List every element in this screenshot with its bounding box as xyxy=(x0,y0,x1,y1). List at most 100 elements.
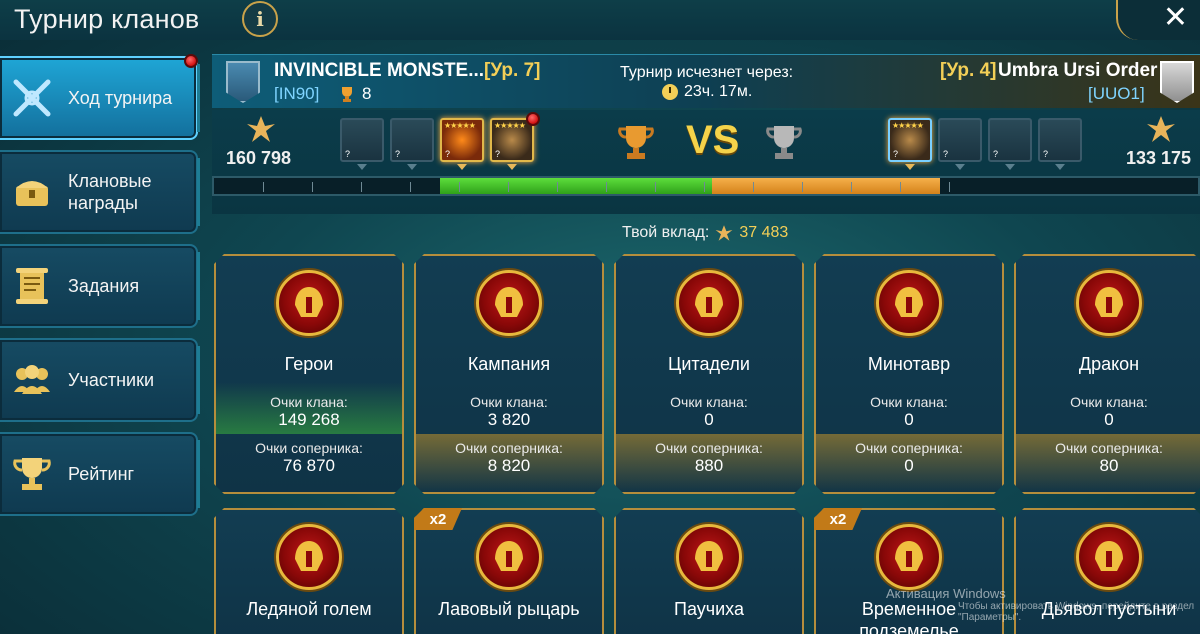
opponent-reward-chest[interactable]: ★★★★★? xyxy=(888,118,932,162)
crown-icon xyxy=(476,270,542,336)
reward-chest[interactable]: ? xyxy=(390,118,434,162)
opponent-points: Очки соперника: 880 xyxy=(616,434,802,494)
opponent-points-label: Очки соперника: xyxy=(655,440,763,456)
opponent-points: Очки соперника: 0 xyxy=(816,434,1002,494)
card-title: Ледяной голем xyxy=(246,599,372,619)
crossed-swords-icon xyxy=(10,76,54,120)
windows-activation-text: Чтобы активировать Windows, перейдите в … xyxy=(958,601,1195,623)
activity-card-0[interactable]: Герои Очки клана: 149 268 Очки соперника: 76… xyxy=(214,254,404,494)
scroll-icon xyxy=(10,264,54,308)
your-contribution: Твой вклад: 37 483 xyxy=(622,224,788,242)
activity-card-1[interactable]: Кампания Очки клана: 3 820 Очки соперника: 8… xyxy=(414,254,604,494)
clan-points-label: Очки клана: xyxy=(1070,394,1148,410)
potions-icon xyxy=(676,270,742,336)
progress-tick xyxy=(361,182,362,192)
sidebar-item-tournament-progress[interactable]: Ход турнира xyxy=(0,54,200,140)
opponent-points-value: 8 820 xyxy=(487,456,531,475)
timer-label: Турнир исчезнет через: xyxy=(620,64,794,81)
card-title: Паучиха xyxy=(674,599,744,619)
close-icon[interactable]: ✕ xyxy=(1163,0,1188,35)
reward-chest[interactable]: ★★★★★? xyxy=(440,118,484,162)
sidebar-item-label: Ход турнира xyxy=(68,88,173,108)
clan-header: INVINCIBLE MONSTE... [Ур. 7] [IN90] 8 Ту… xyxy=(212,54,1200,108)
card-title: Кампания xyxy=(467,354,551,374)
activity-card-bottom-1[interactable]: x2 Лавовый рыцарь xyxy=(414,508,604,634)
rank-trophy-icon xyxy=(342,87,352,102)
ice-golem-icon xyxy=(276,524,342,590)
marker xyxy=(457,164,467,170)
opponent-points-value: 0 xyxy=(904,456,914,475)
close-button-frame: ✕ xyxy=(1116,0,1200,40)
right-clan-name[interactable]: Umbra Ursi Order xyxy=(998,60,1157,82)
opponent-points: Очки соперника: 80 xyxy=(1016,434,1200,494)
left-clan-score: 160 798 xyxy=(226,148,292,168)
progress-tick xyxy=(753,182,754,192)
right-clan-level: [Ур. 4] xyxy=(940,60,997,81)
progress-tick xyxy=(508,182,509,192)
tournament-progress-bar xyxy=(212,176,1200,196)
opponent-points-label: Очки соперника: xyxy=(255,440,363,456)
dragon-icon xyxy=(1076,270,1142,336)
progress-tick xyxy=(704,182,705,192)
reward-chest[interactable]: ★★★★★? xyxy=(490,118,534,162)
top-bar: Турнир кланов i ✕ xyxy=(0,0,1200,40)
marker xyxy=(955,164,965,170)
opponent-points-value: 80 xyxy=(1099,456,1119,475)
marker xyxy=(507,164,517,170)
clan-points: Очки клана: 149 268 xyxy=(216,382,402,434)
clan-points-value: 0 xyxy=(704,410,714,429)
activity-card-2[interactable]: Цитадели Очки клана: 0 Очки соперника: 880 xyxy=(614,254,804,494)
x2-badge: x2 xyxy=(814,508,862,530)
left-clan-shield-icon xyxy=(226,61,260,103)
sidebar-item-label: Участники xyxy=(68,370,154,390)
marker xyxy=(1005,164,1015,170)
opponent-reward-chest[interactable]: ? xyxy=(1038,118,1082,162)
progress-tick xyxy=(900,182,901,192)
notification-dot xyxy=(526,112,540,126)
card-title: Дракон xyxy=(1078,354,1140,374)
progress-tick xyxy=(312,182,313,192)
clock-icon xyxy=(662,84,678,100)
activity-card-bottom-0[interactable]: Ледяной голем xyxy=(214,508,404,634)
trophy-icon xyxy=(10,452,54,496)
opponent-reward-chest[interactable]: ? xyxy=(938,118,982,162)
page-title: Турнир кланов xyxy=(14,4,200,34)
clan-points: Очки клана: 0 xyxy=(616,382,802,434)
progress-tick xyxy=(949,182,950,192)
opponent-reward-chest[interactable]: ? xyxy=(988,118,1032,162)
sidebar-item-clan-rewards[interactable]: Клановые награды xyxy=(0,150,200,234)
opponent-points-label: Очки соперника: xyxy=(855,440,963,456)
left-clan-name[interactable]: INVINCIBLE MONSTE... xyxy=(274,60,484,82)
opponent-points-emblem-icon xyxy=(1147,116,1175,142)
activity-card-3[interactable]: Минотавр Очки клана: 0 Очки соперника: 0 xyxy=(814,254,1004,494)
progress-tick xyxy=(655,182,656,192)
opponent-points-value: 76 870 xyxy=(283,456,335,475)
clan-points-label: Очки клана: xyxy=(270,394,348,410)
activity-card-bottom-2[interactable]: Паучиха xyxy=(614,508,804,634)
left-clan-rank-value: 8 xyxy=(362,84,372,103)
temporary-dungeon-icon xyxy=(876,524,942,590)
contribution-label: Твой вклад: xyxy=(622,224,710,241)
progress-tick xyxy=(606,182,607,192)
card-title: Минотавр xyxy=(867,354,951,374)
spider-icon xyxy=(676,524,742,590)
reward-chest[interactable]: ? xyxy=(340,118,384,162)
clan-points-value: 0 xyxy=(1104,410,1114,429)
sidebar-item-rating[interactable]: Рейтинг xyxy=(0,432,200,516)
vs-label: VS xyxy=(686,118,740,162)
info-button[interactable]: i xyxy=(242,1,278,37)
versus-row: 160 798 ? ? ★★★★★? ★★★★★? VS ★★★★★? ? ? … xyxy=(212,110,1200,214)
right-clan-score: 133 175 xyxy=(1126,148,1192,168)
minotaur-icon xyxy=(876,270,942,336)
members-icon xyxy=(10,358,54,402)
opponent-points-value: 880 xyxy=(694,456,724,475)
sidebar-item-tasks[interactable]: Задания xyxy=(0,244,200,328)
lava-knight-icon xyxy=(476,524,542,590)
silver-cup-icon xyxy=(766,126,802,159)
marker xyxy=(357,164,367,170)
activity-card-4[interactable]: Дракон Очки клана: 0 Очки соперника: 80 xyxy=(1014,254,1200,494)
opponent-progress-fill xyxy=(712,178,940,194)
sidebar-item-label: Задания xyxy=(68,276,140,296)
sidebar-item-members[interactable]: Участники xyxy=(0,338,200,422)
timer-value-row: 23ч. 17м. xyxy=(662,83,752,101)
